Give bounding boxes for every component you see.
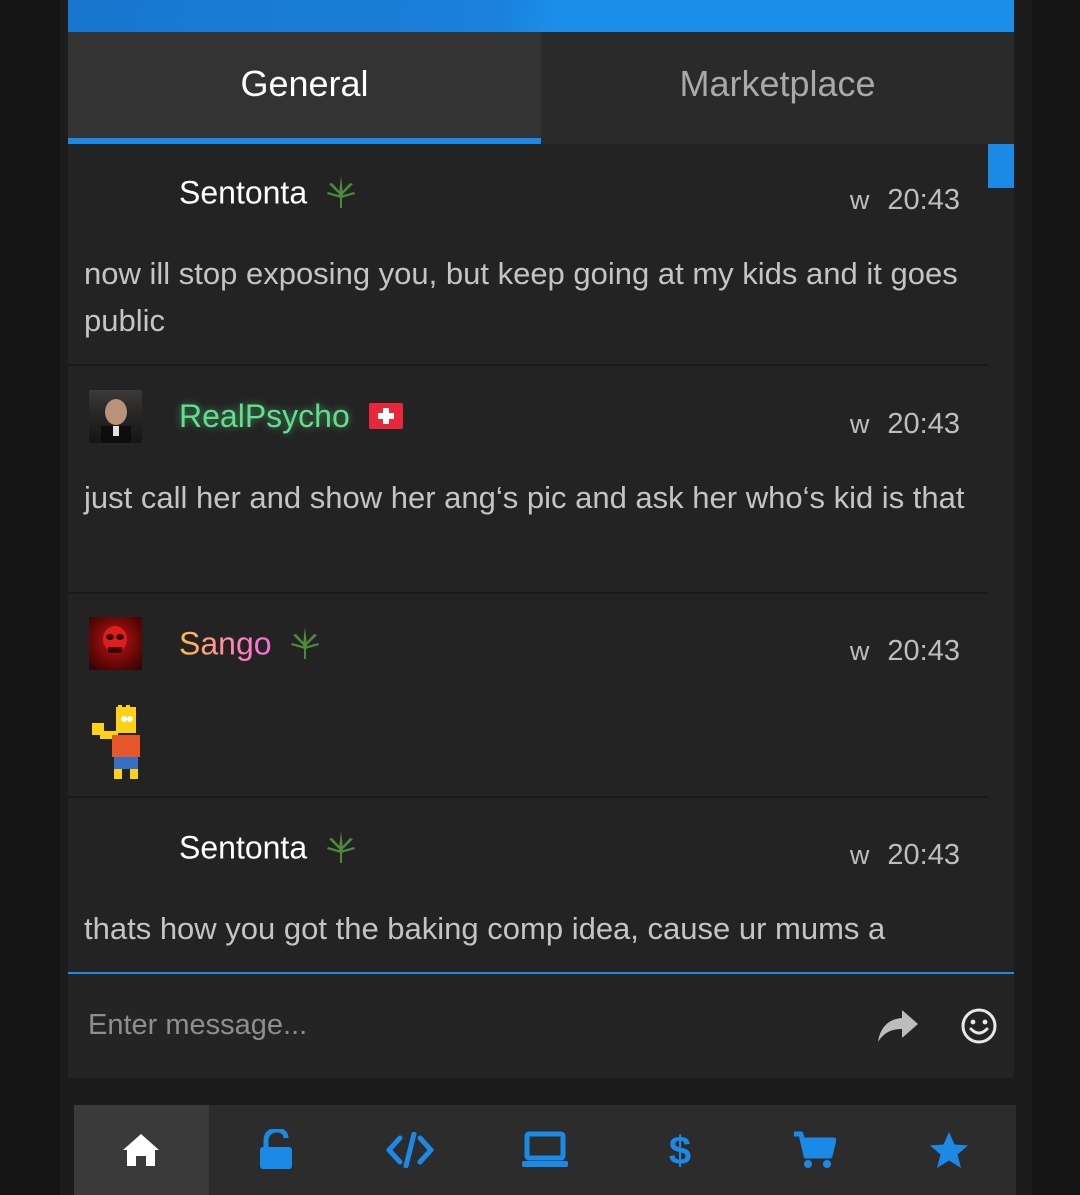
chat-tabs: General Marketplace bbox=[68, 32, 1014, 144]
message-time: 20:43 bbox=[887, 184, 960, 216]
message-username[interactable]: Sentonta bbox=[179, 829, 356, 871]
message-meta: w 20:43 bbox=[849, 635, 960, 667]
right-gutter bbox=[1032, 0, 1080, 1195]
message-item: Sango w 20:43 bbox=[68, 595, 988, 798]
nav-cart[interactable] bbox=[747, 1105, 882, 1195]
message-text: thats how you got the baking comp idea, … bbox=[84, 911, 886, 946]
cart-icon bbox=[794, 1131, 837, 1168]
chat-panel: General Marketplace Sentonta w 20:43 now … bbox=[68, 0, 1014, 1078]
message-time: 20:43 bbox=[887, 635, 960, 667]
smiley-icon bbox=[961, 1008, 997, 1044]
tab-general[interactable]: General bbox=[68, 32, 541, 144]
nav-dollar[interactable]: $ bbox=[612, 1105, 747, 1195]
avatar[interactable] bbox=[89, 617, 142, 670]
leaf-icon bbox=[326, 174, 356, 216]
message-feed[interactable]: Sentonta w 20:43 now ill stop exposing yo… bbox=[68, 144, 1014, 972]
message-text: just call her and show her ang‘s pic and… bbox=[84, 480, 965, 515]
star-icon bbox=[929, 1132, 968, 1168]
nav-home[interactable] bbox=[74, 1105, 209, 1195]
code-icon bbox=[386, 1132, 434, 1168]
emoji-button[interactable] bbox=[959, 1006, 999, 1046]
swiss-flag-icon bbox=[368, 400, 403, 437]
leaf-icon bbox=[290, 625, 320, 667]
nav-unlock[interactable] bbox=[209, 1105, 344, 1195]
unlock-icon bbox=[259, 1129, 292, 1169]
header-bar bbox=[68, 0, 1014, 32]
leaf-icon bbox=[326, 829, 356, 871]
nav-code[interactable] bbox=[343, 1105, 478, 1195]
laptop-icon bbox=[522, 1131, 569, 1167]
tab-marketplace[interactable]: Marketplace bbox=[541, 32, 1014, 144]
dollar-icon: $ bbox=[668, 1129, 690, 1172]
svg-text:$: $ bbox=[668, 1129, 690, 1172]
message-time: 20:43 bbox=[887, 408, 960, 440]
avatar[interactable] bbox=[89, 390, 142, 443]
message-username[interactable]: Sango bbox=[179, 625, 320, 667]
nav-star[interactable] bbox=[881, 1105, 1016, 1195]
message-item: RealPsycho w 20:43 just call her and show… bbox=[68, 368, 988, 594]
scrollbar-thumb[interactable] bbox=[988, 144, 1014, 188]
message-composer bbox=[68, 972, 1014, 1078]
bart-waving-sticker bbox=[88, 703, 148, 781]
message-meta: w 20:43 bbox=[849, 408, 960, 440]
message-text: now ill stop exposing you, but keep goin… bbox=[84, 256, 958, 338]
message-meta: w 20:43 bbox=[849, 839, 960, 871]
message-username[interactable]: Sentonta bbox=[179, 174, 356, 216]
message-meta: w 20:43 bbox=[849, 184, 960, 216]
message-item: Sentonta w 20:43 now ill stop exposing yo… bbox=[68, 144, 988, 366]
bottom-nav: $ bbox=[74, 1105, 1016, 1195]
message-time: 20:43 bbox=[887, 839, 960, 871]
message-input[interactable] bbox=[88, 996, 848, 1054]
home-icon bbox=[123, 1134, 160, 1166]
send-button[interactable] bbox=[876, 1006, 920, 1046]
message-item: Sentonta w 20:43 thats how you got the ba… bbox=[68, 799, 988, 972]
left-gutter bbox=[0, 0, 60, 1195]
message-username[interactable]: RealPsycho bbox=[179, 398, 403, 437]
nav-laptop[interactable] bbox=[478, 1105, 613, 1195]
share-arrow-icon bbox=[878, 1010, 918, 1042]
